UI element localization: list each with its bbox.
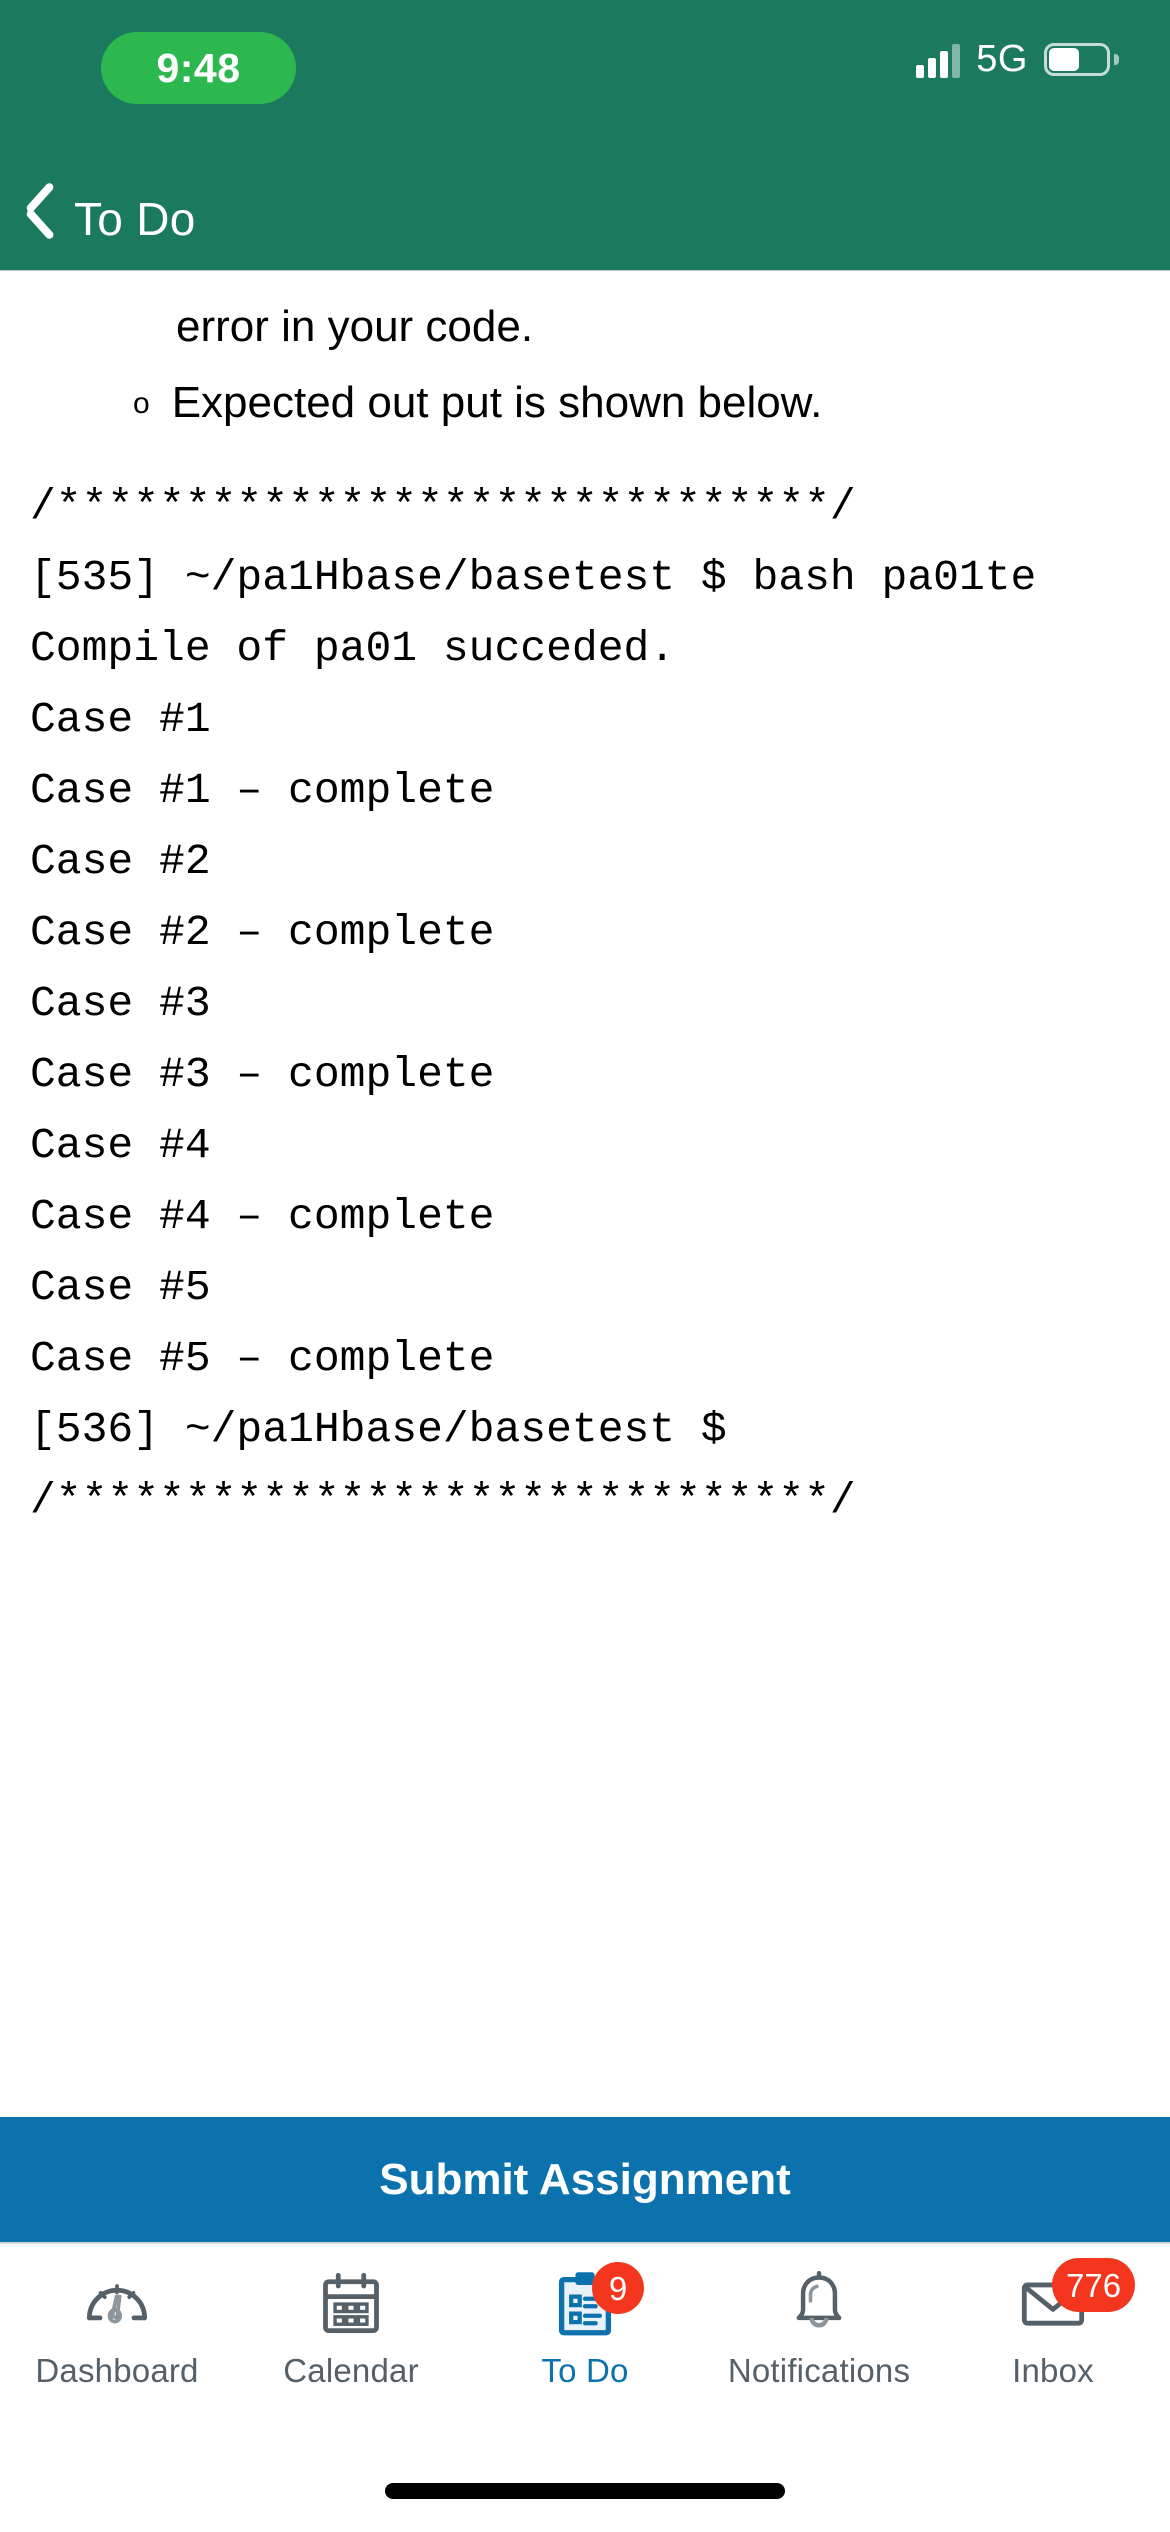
terminal-line: [535] ~/pa1Hbase/basetest $ bash pa01te xyxy=(30,553,1037,602)
terminal-line: Case #4 – complete xyxy=(30,1192,495,1241)
back-button[interactable]: To Do xyxy=(0,168,196,270)
tab-item-notifications[interactable]: Notifications xyxy=(702,2244,936,2440)
tab-label: Inbox xyxy=(1012,2352,1094,2389)
description-continuation-line: error in your code. xyxy=(176,302,534,351)
bell-icon xyxy=(782,2266,856,2340)
phone-screen: 9:48 5G To Do error in your code. o Expe… xyxy=(0,0,1170,2532)
clipboard-checklist-icon: 9 xyxy=(548,2262,644,2340)
terminal-line: [536] ~/pa1Hbase/basetest $ xyxy=(30,1405,727,1454)
submit-assignment-button[interactable]: Submit Assignment xyxy=(0,2117,1170,2242)
description-bullet-text: Expected out put is shown below. xyxy=(171,378,823,427)
terminal-line: /******************************/ xyxy=(30,482,856,531)
terminal-line: Case #2 xyxy=(30,837,211,886)
status-time: 9:48 xyxy=(156,44,241,91)
terminal-line: Case #3 xyxy=(30,979,211,1028)
terminal-line: Case #3 – complete xyxy=(30,1050,495,1099)
home-indicator xyxy=(385,2483,785,2499)
bullet-marker-icon: o xyxy=(133,387,150,420)
tab-item-calendar[interactable]: Calendar xyxy=(234,2244,468,2440)
assignment-description-scroll[interactable]: error in your code. o Expected out put i… xyxy=(0,270,1170,2117)
status-indicators: 5G xyxy=(916,38,1119,81)
description-bullet-item: o Expected out put is shown below. xyxy=(0,349,1170,425)
tab-label: Calendar xyxy=(283,2352,419,2389)
chevron-left-icon xyxy=(22,191,56,247)
terminal-line: Case #4 xyxy=(30,1121,211,1170)
terminal-line: /******************************/ xyxy=(30,1476,856,1525)
terminal-line: Case #2 – complete xyxy=(30,908,495,957)
terminal-line: Case #5 xyxy=(30,1263,211,1312)
battery-icon xyxy=(1044,43,1119,76)
terminal-line: Case #1 xyxy=(30,695,211,744)
tab-label: To Do xyxy=(541,2352,629,2389)
assignment-description: error in your code. o Expected out put i… xyxy=(0,271,1170,1536)
tab-item-inbox[interactable]: 776 Inbox xyxy=(936,2244,1170,2440)
bottom-tab-bar: Dashboard Calendar 9 To Do Notifications 776 I… xyxy=(0,2242,1170,2440)
navigation-bar: To Do xyxy=(0,168,1170,270)
tab-item-to-do[interactable]: 9 To Do xyxy=(468,2244,702,2440)
back-button-label: To Do xyxy=(74,193,196,245)
status-time-pill[interactable]: 9:48 xyxy=(101,32,296,104)
tab-label: Dashboard xyxy=(35,2352,199,2389)
gauge-icon xyxy=(80,2266,154,2340)
tab-badge: 776 xyxy=(1052,2258,1136,2312)
terminal-output-block: /******************************/ [535] ~/… xyxy=(0,471,1170,1536)
terminal-line: Compile of pa01 succeded. xyxy=(30,624,676,673)
tab-item-dashboard[interactable]: Dashboard xyxy=(0,2244,234,2440)
terminal-line: Case #1 – complete xyxy=(30,766,495,815)
calendar-icon xyxy=(314,2266,388,2340)
envelope-icon: 776 xyxy=(1016,2258,1136,2340)
network-type-label: 5G xyxy=(976,38,1028,80)
cellular-bars-icon xyxy=(916,42,961,78)
status-bar: 9:48 5G xyxy=(0,0,1170,168)
tab-label: Notifications xyxy=(727,2352,911,2389)
terminal-line: Case #5 – complete xyxy=(30,1334,495,1383)
tab-badge: 9 xyxy=(592,2262,644,2314)
submit-assignment-label: Submit Assignment xyxy=(379,2154,791,2204)
